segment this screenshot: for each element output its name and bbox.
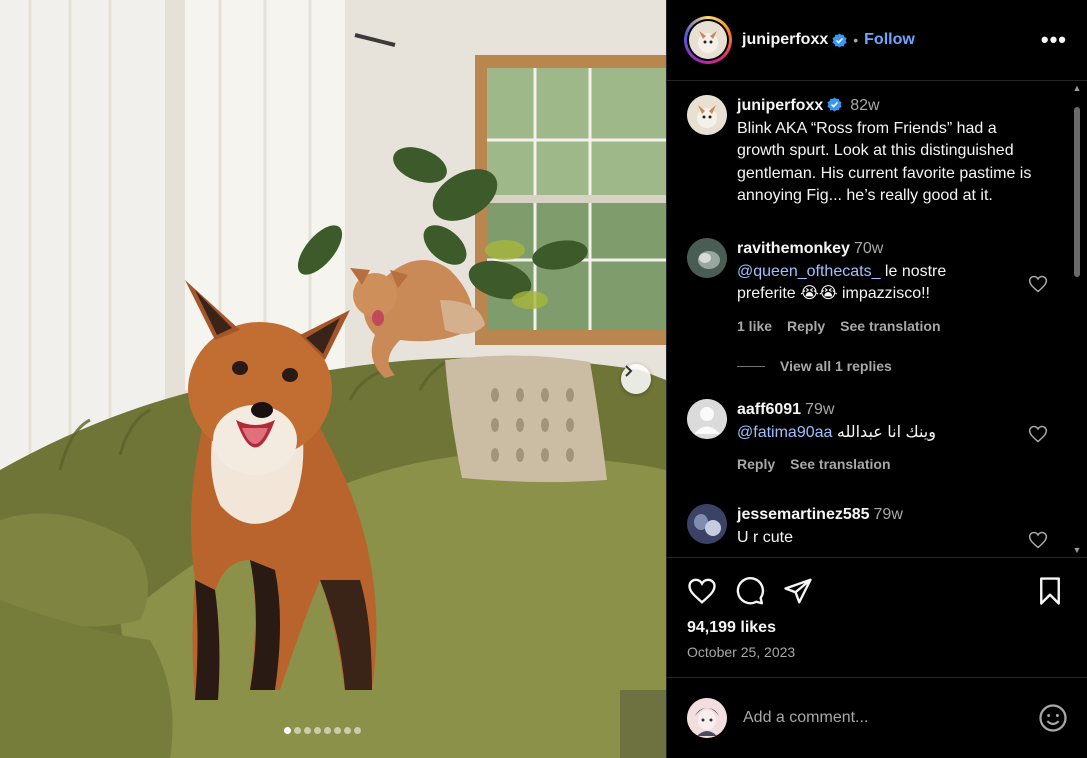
post-actions: 94,199 likes October 25, 2023 (667, 557, 1087, 677)
user-photo-icon (687, 504, 727, 544)
reply-button[interactable]: Reply (737, 453, 775, 476)
commenter-avatar[interactable] (687, 504, 727, 544)
monkey-avatar-icon (687, 238, 727, 278)
like-comment-heart-icon[interactable] (1028, 424, 1048, 444)
more-options-icon[interactable]: ••• (1041, 29, 1067, 51)
comment-mention[interactable]: @queen_ofthecats_ (737, 263, 880, 280)
carousel-dot[interactable] (354, 727, 361, 734)
scroll-down-arrow-icon[interactable]: ▼ (1072, 545, 1082, 555)
caption: juniperfoxx 82w Blink AKA “Ross from Frie… (687, 95, 1047, 208)
carousel-dot[interactable] (334, 727, 341, 734)
fox-avatar-icon (689, 21, 727, 59)
carousel-dot[interactable] (324, 727, 331, 734)
like-comment-heart-icon[interactable] (1028, 274, 1048, 294)
post-header: juniperfoxx • Follow ••• (667, 0, 1087, 81)
caption-text: Blink AKA “Ross from Friends” had a grow… (737, 119, 1032, 205)
carousel-dot[interactable] (304, 727, 311, 734)
comment-item: aaff6091 79w @fatima90aa وينك انا عبدالله… (687, 399, 1047, 476)
current-user-avatar (687, 698, 727, 738)
post-photo[interactable] (0, 0, 666, 758)
carousel-indicators (284, 727, 361, 734)
author-avatar (689, 21, 727, 59)
post-detail-panel: juniperfoxx • Follow ••• juniperfoxx 82w (666, 0, 1087, 758)
comment-mention[interactable]: @fatima90aa (737, 424, 832, 441)
scrollbar-thumb[interactable] (1074, 107, 1080, 277)
replies-divider (737, 365, 765, 367)
carousel-dot[interactable] (344, 727, 351, 734)
carousel-dot[interactable] (294, 727, 301, 734)
carousel-dot[interactable] (284, 727, 291, 734)
comment-text: U r cute (737, 528, 794, 546)
comment-username[interactable]: ravithemonkey (737, 240, 850, 257)
comment-text: وينك انا عبدالله (832, 423, 936, 441)
post-date[interactable]: October 25, 2023 (687, 644, 795, 660)
separator-dot: • (853, 32, 859, 48)
commenter-avatar[interactable] (687, 238, 727, 278)
next-slide-button[interactable] (621, 364, 651, 394)
scroll-up-arrow-icon[interactable]: ▲ (1072, 83, 1082, 93)
caption-time[interactable]: 82w (850, 97, 879, 114)
comment-username[interactable]: aaff6091 (737, 401, 801, 418)
emoji-picker-icon[interactable] (1038, 703, 1068, 733)
verified-badge-icon (827, 97, 842, 112)
fox-avatar-icon (687, 95, 727, 135)
comment-time[interactable]: 79w (805, 401, 834, 418)
comments-list[interactable]: juniperfoxx 82w Blink AKA “Ross from Frie… (667, 81, 1087, 557)
share-send-icon[interactable] (783, 576, 813, 606)
comment-likes[interactable]: 1 like (737, 315, 772, 338)
comments-scrollbar[interactable]: ▲ ▼ (1071, 81, 1083, 557)
add-comment-input[interactable] (743, 709, 1003, 727)
save-bookmark-icon[interactable] (1035, 576, 1065, 606)
reply-button[interactable]: Reply (787, 315, 825, 338)
commenter-avatar[interactable] (687, 399, 727, 439)
view-replies-button[interactable]: View all 1 replies (737, 358, 892, 374)
comment-item: ravithemonkey 70w @queen_ofthecats_ le no… (687, 238, 1047, 337)
carousel-dot[interactable] (314, 727, 321, 734)
caption-username[interactable]: juniperfoxx (737, 97, 823, 114)
default-user-icon (687, 399, 727, 439)
author-username[interactable]: juniperfoxx (742, 31, 828, 49)
comment-username[interactable]: jessemartinez585 (737, 506, 870, 523)
fox-sofa-image (0, 0, 666, 758)
comment-bubble-icon[interactable] (735, 576, 765, 606)
like-heart-icon[interactable] (687, 576, 717, 606)
view-replies-label: View all 1 replies (780, 358, 892, 374)
like-comment-heart-icon[interactable] (1028, 530, 1048, 550)
story-ring[interactable] (684, 16, 732, 64)
see-translation-button[interactable]: See translation (790, 453, 890, 476)
follow-button[interactable]: Follow (864, 31, 915, 49)
chevron-right-icon (625, 365, 633, 377)
comment-item: jessemartinez585 79w U r cute (687, 504, 1047, 549)
add-comment-bar (667, 677, 1087, 758)
likes-count[interactable]: 94,199 likes (687, 619, 776, 637)
see-translation-button[interactable]: See translation (840, 315, 940, 338)
anime-avatar-icon (687, 698, 727, 738)
comment-time[interactable]: 70w (854, 240, 883, 257)
author-avatar-small[interactable] (687, 95, 727, 135)
verified-badge-icon (832, 32, 847, 48)
comment-time[interactable]: 79w (874, 506, 903, 523)
